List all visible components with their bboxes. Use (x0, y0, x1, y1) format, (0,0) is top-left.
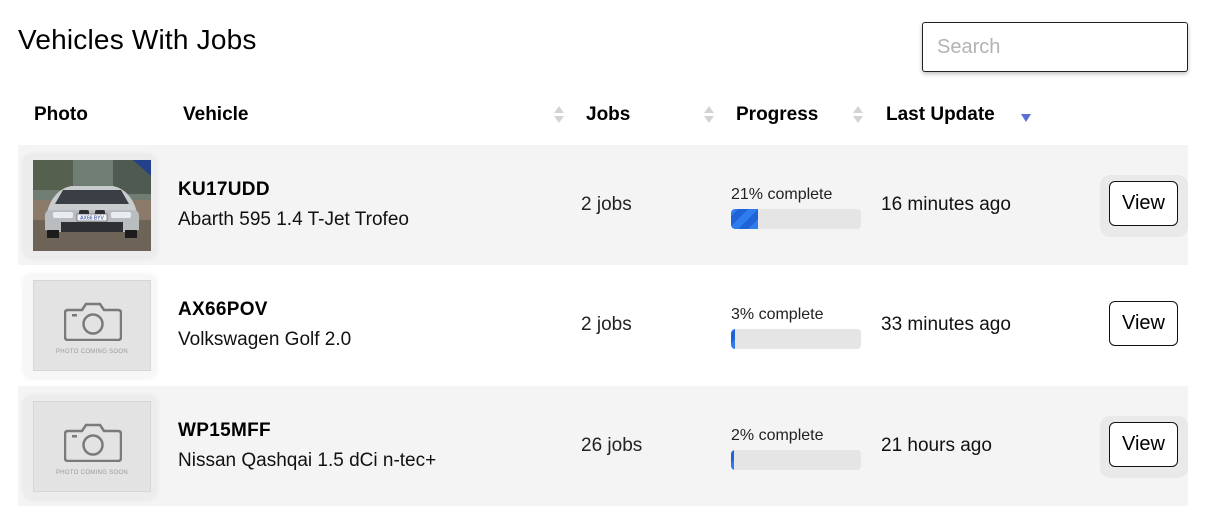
jobs-count: 2 jobs (581, 314, 632, 335)
sort-jobs-icon[interactable] (704, 106, 714, 124)
car-photo: AX66 BYV (33, 160, 151, 251)
vehicle-photo: AX66 BYV (24, 155, 156, 258)
view-button-container: View (1100, 416, 1188, 478)
progress-label: 21% complete (731, 186, 833, 203)
vehicle-registration: AX66POV (178, 299, 268, 320)
photo-coming-soon-text: PHOTO COMING SOON (56, 349, 128, 355)
jobs-count: 26 jobs (581, 435, 643, 456)
jobs-count: 2 jobs (581, 194, 632, 215)
view-button[interactable]: View (1109, 301, 1178, 346)
svg-text:AX66 BYV: AX66 BYV (80, 216, 104, 222)
progress-label: 3% complete (731, 306, 824, 323)
vehicle-photo: PHOTO COMING SOON (24, 275, 156, 378)
view-button-container: View (1100, 295, 1188, 357)
vehicle-model: Nissan Qashqai 1.5 dCi n-tec+ (178, 450, 437, 471)
column-header-photo: Photo (34, 104, 88, 125)
photo-coming-soon: PHOTO COMING SOON (33, 280, 151, 371)
view-button[interactable]: View (1109, 422, 1178, 467)
camera-icon (64, 423, 122, 462)
column-header-jobs[interactable]: Jobs (586, 104, 630, 126)
view-button-container: View (1100, 175, 1188, 237)
table-row: AX66 BYV KU17UDD Abarth 595 1.4 T-Jet Tr… (18, 145, 1188, 265)
sort-vehicle-icon[interactable] (554, 106, 564, 124)
last-update: 21 hours ago (881, 435, 992, 456)
sort-desc-icon[interactable] (1021, 114, 1031, 122)
vehicle-model: Volkswagen Golf 2.0 (178, 329, 352, 350)
last-update: 33 minutes ago (881, 314, 1011, 335)
column-header-last-update[interactable]: Last Update (886, 104, 995, 126)
view-button[interactable]: View (1109, 181, 1178, 226)
progress-bar (731, 209, 861, 229)
sort-progress-icon[interactable] (853, 106, 863, 124)
camera-icon (64, 302, 122, 341)
progress-fill (731, 450, 734, 470)
table-row: PHOTO COMING SOON AX66POV Volkswagen Gol… (18, 265, 1188, 385)
vehicle-registration: KU17UDD (178, 179, 270, 200)
photo-coming-soon: PHOTO COMING SOON (33, 401, 151, 492)
vehicle-photo: PHOTO COMING SOON (24, 396, 156, 499)
progress-fill (731, 209, 759, 229)
vehicle-model: Abarth 595 1.4 T-Jet Trofeo (178, 209, 409, 230)
progress-fill (731, 329, 735, 349)
last-update: 16 minutes ago (881, 194, 1011, 215)
table-header: Photo Vehicle Jobs Progress Last Update (18, 92, 1188, 138)
progress-label: 2% complete (731, 427, 824, 444)
column-header-vehicle[interactable]: Vehicle (183, 104, 249, 126)
column-header-progress[interactable]: Progress (736, 104, 818, 126)
table-row: PHOTO COMING SOON WP15MFF Nissan Qashqai… (18, 386, 1188, 506)
page-title: Vehicles With Jobs (18, 24, 257, 55)
search-input[interactable] (922, 22, 1188, 72)
vehicle-registration: WP15MFF (178, 420, 271, 441)
progress-bar (731, 450, 861, 470)
photo-coming-soon-text: PHOTO COMING SOON (56, 470, 128, 476)
progress-bar (731, 329, 861, 349)
